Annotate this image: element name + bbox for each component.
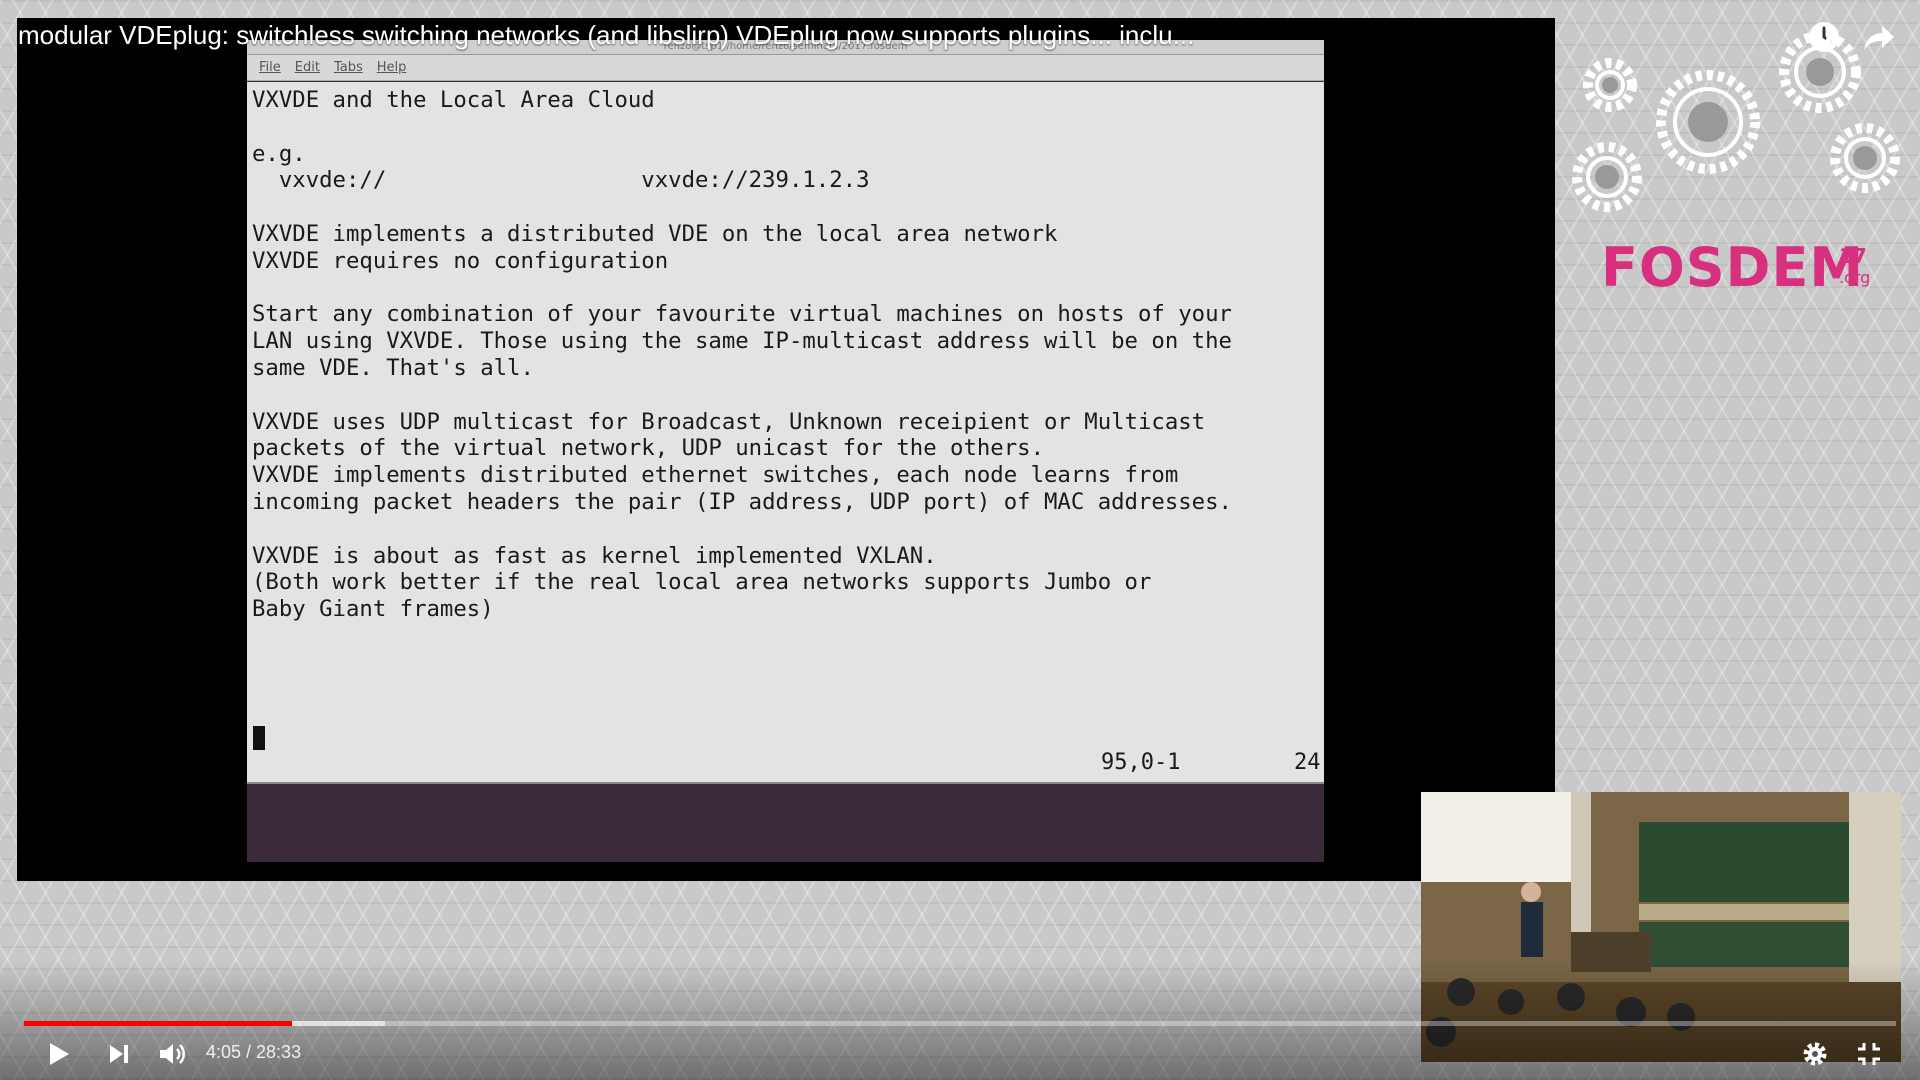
- terminal-menu-help: Help: [376, 60, 407, 75]
- progress-played: [24, 1021, 292, 1026]
- slide-text: VXVDE and the Local Area Cloud e.g. vxvd…: [252, 87, 1232, 623]
- terminal-lower-area: [247, 784, 1324, 862]
- volume-button[interactable]: [154, 1036, 190, 1072]
- terminal-menu-tabs: Tabs: [333, 60, 363, 75]
- settings-button[interactable]: [1797, 1036, 1833, 1072]
- scroll-percent: 24: [1294, 750, 1321, 775]
- exit-fullscreen-icon: [1858, 1043, 1880, 1065]
- play-icon: [50, 1043, 69, 1065]
- next-button[interactable]: [101, 1036, 137, 1072]
- fosdem-org: .org: [1839, 268, 1871, 287]
- terminal-cursor: [253, 726, 265, 750]
- exit-fullscreen-button[interactable]: [1851, 1036, 1887, 1072]
- terminal-menu-file: File: [259, 60, 281, 75]
- play-button[interactable]: [40, 1036, 76, 1072]
- fosdem-year: 17: [1839, 244, 1867, 268]
- fosdem-gears-graphic: [1572, 31, 1900, 212]
- cursor-position: 95,0-1: [1101, 750, 1181, 775]
- terminal-menu-edit: Edit: [294, 60, 320, 75]
- volume-icon: [160, 1044, 185, 1064]
- terminal-menubar: File Edit Tabs Help: [247, 55, 1324, 81]
- progress-bar[interactable]: [24, 1021, 1896, 1026]
- gear-icon: [1803, 1042, 1827, 1066]
- fosdem-logo: FOSDEM: [1601, 236, 1865, 299]
- time-display: 4:05 / 28:33: [206, 1042, 302, 1062]
- skip-next-icon: [110, 1045, 128, 1063]
- slide-terminal-window: renzo@tsp1 /home/renzo/seminars/2017.fos…: [247, 40, 1324, 862]
- video-title[interactable]: modular VDEplug: switchless switching ne…: [18, 20, 1194, 51]
- terminal-statusline: 95,0-1 24: [247, 750, 1324, 778]
- terminal-screen: VXVDE and the Local Area Cloud e.g. vxvd…: [247, 82, 1324, 784]
